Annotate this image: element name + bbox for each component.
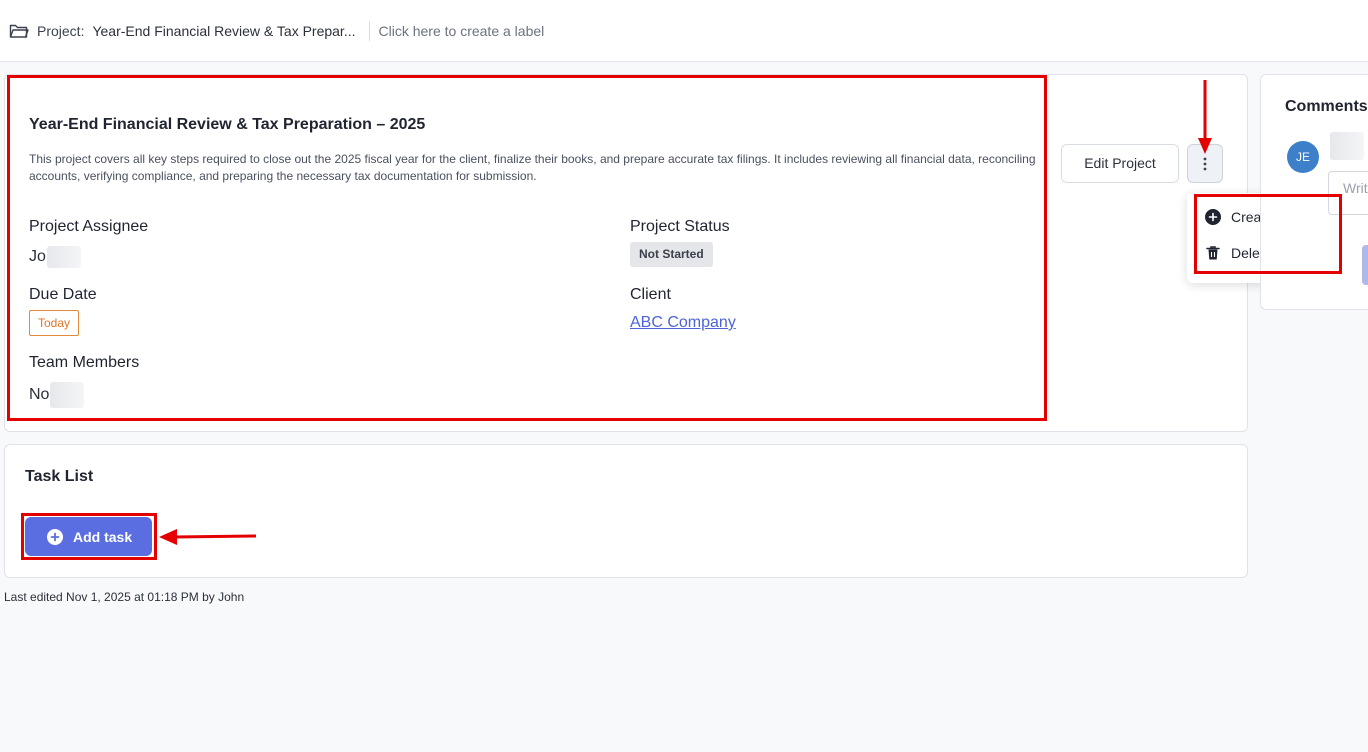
comments-title: Comments: [1285, 98, 1368, 115]
annotation-arrow-down: [1198, 80, 1212, 154]
annotation-highlight-box: [21, 513, 157, 560]
redacted-blur: [1330, 132, 1364, 160]
edit-project-button[interactable]: Edit Project: [1061, 144, 1179, 183]
avatar: JE: [1287, 141, 1319, 173]
project-prefix: Project:: [37, 22, 85, 39]
annotation-highlight-box: [1194, 194, 1342, 274]
folder-icon: [9, 24, 29, 38]
more-vertical-icon: [1203, 157, 1207, 170]
create-label-link[interactable]: Click here to create a label: [379, 23, 545, 39]
comment-submit-button[interactable]: [1362, 245, 1368, 285]
annotation-arrow-left: [159, 529, 257, 545]
last-edited-note: Last edited Nov 1, 2025 at 01:18 PM by J…: [4, 590, 245, 604]
breadcrumb-project-title[interactable]: Year-End Financial Review & Tax Prepar..…: [92, 23, 355, 39]
task-list-title: Task List: [25, 468, 94, 485]
task-list-card: [4, 444, 1248, 578]
divider: [368, 20, 370, 41]
top-bar: Project: Year-End Financial Review & Tax…: [0, 0, 1368, 62]
annotation-highlight-box: [7, 75, 1047, 421]
